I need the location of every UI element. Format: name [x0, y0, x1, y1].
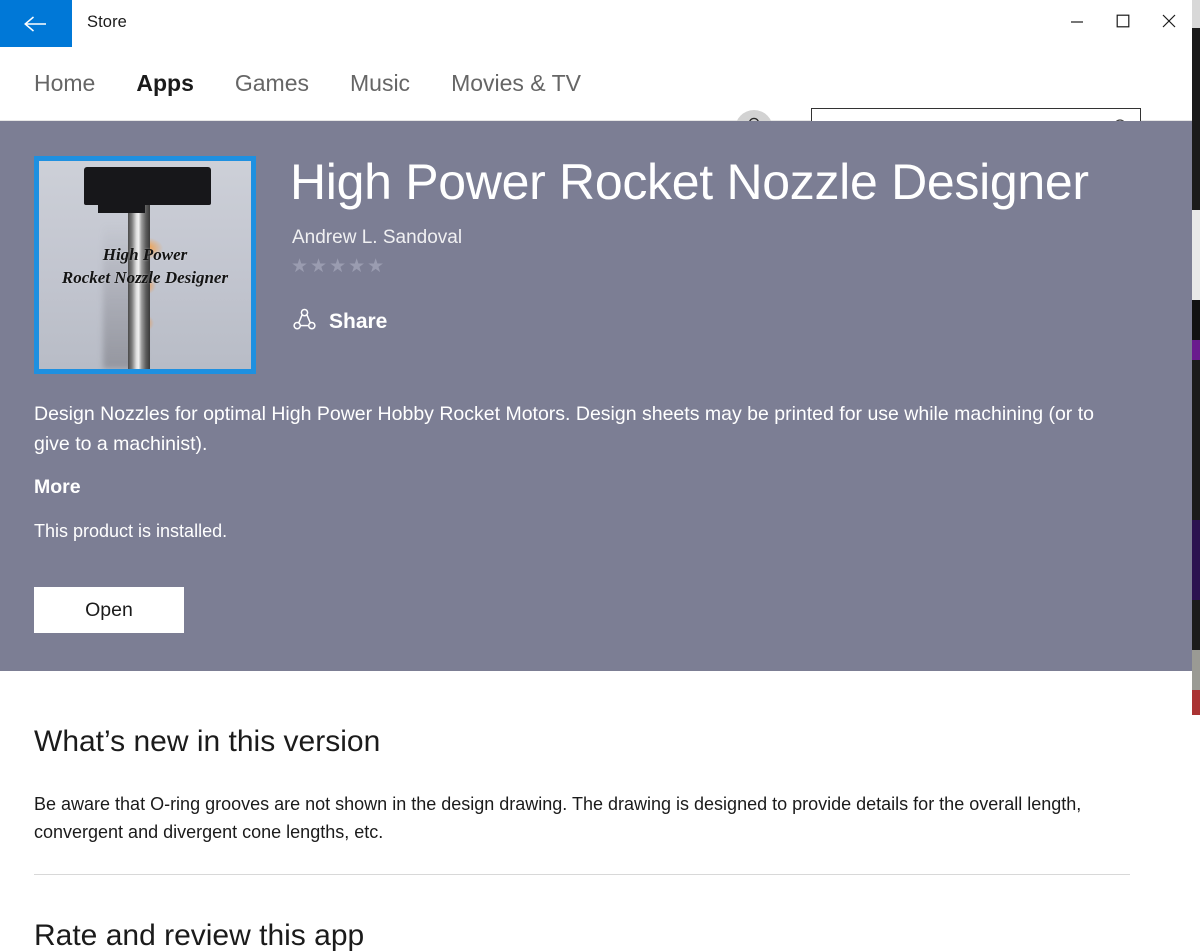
- maximize-icon: [1116, 14, 1130, 33]
- close-icon: [1161, 13, 1177, 34]
- whats-new-body: Be aware that O-ring grooves are not sho…: [34, 791, 1124, 847]
- install-status: This product is installed.: [34, 521, 227, 542]
- nav-item-games[interactable]: Games: [235, 72, 309, 95]
- minimize-button[interactable]: [1054, 0, 1100, 47]
- title-bar: Store: [0, 0, 1192, 47]
- back-button[interactable]: [0, 0, 72, 47]
- minimize-icon: [1070, 15, 1084, 33]
- product-hero: High Power Rocket Nozzle Designer High P…: [0, 121, 1192, 671]
- maximize-button[interactable]: [1100, 0, 1146, 47]
- window-controls: [1054, 0, 1192, 47]
- product-description: Design Nozzles for optimal High Power Ho…: [34, 399, 1104, 459]
- window-title: Store: [87, 13, 127, 32]
- open-button[interactable]: Open: [34, 587, 184, 633]
- main-navigation: Home Apps Games Music Movies & TV: [0, 47, 1192, 121]
- share-button[interactable]: Share: [292, 307, 387, 337]
- nav-item-movies-tv[interactable]: Movies & TV: [451, 72, 581, 95]
- close-button[interactable]: [1146, 0, 1192, 47]
- more-link[interactable]: More: [34, 476, 81, 499]
- app-icon-tile: High Power Rocket Nozzle Designer: [34, 156, 256, 374]
- rocket-nozzle-step: [98, 198, 145, 213]
- nav-item-list: Home Apps Games Music Movies & TV: [34, 47, 622, 120]
- whats-new-heading: What’s new in this version: [34, 727, 380, 757]
- product-details-sections: What’s new in this version Be aware that…: [0, 671, 1192, 951]
- rate-and-review-heading: Rate and review this app: [34, 921, 364, 951]
- section-divider: [34, 874, 1130, 875]
- app-icon-caption-line2: Rocket Nozzle Designer: [39, 267, 251, 290]
- store-window: Store: [0, 0, 1192, 951]
- app-icon-caption-line1: High Power: [39, 244, 251, 267]
- product-publisher[interactable]: Andrew L. Sandoval: [292, 227, 462, 249]
- share-label: Share: [329, 310, 387, 334]
- nav-item-music[interactable]: Music: [350, 72, 410, 95]
- rating-stars[interactable]: ★★★★★: [291, 257, 386, 276]
- app-icon-caption: High Power Rocket Nozzle Designer: [39, 244, 251, 290]
- share-nodes-icon: [292, 307, 317, 337]
- back-arrow-icon: [22, 14, 50, 34]
- nav-item-apps[interactable]: Apps: [136, 72, 194, 95]
- product-title: High Power Rocket Nozzle Designer: [290, 157, 1089, 207]
- app-icon-photo: High Power Rocket Nozzle Designer: [39, 161, 251, 369]
- nav-item-home[interactable]: Home: [34, 72, 95, 95]
